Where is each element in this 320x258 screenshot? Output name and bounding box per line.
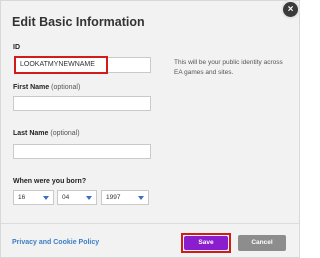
id-label: ID <box>13 44 20 51</box>
privacy-cookie-link[interactable]: Privacy and Cookie Policy <box>12 239 99 246</box>
id-label-text: ID <box>13 44 20 51</box>
birth-year-value: 1997 <box>106 194 121 201</box>
id-input-extension[interactable] <box>107 57 151 73</box>
cancel-button[interactable]: Cancel <box>238 235 286 251</box>
birth-month-select[interactable]: 04 <box>57 190 97 205</box>
chevron-down-icon <box>138 196 144 200</box>
edit-basic-info-dialog: × Edit Basic Information ID LOOKATMYNEWN… <box>0 0 300 258</box>
footer-divider <box>1 223 299 224</box>
birth-label: When were you born? <box>13 178 86 185</box>
birth-label-text: When were you born? <box>13 178 87 185</box>
last-name-optional: (optional) <box>50 130 80 137</box>
id-help-text: This will be your public identity across… <box>174 59 283 76</box>
last-name-label-text: Last Name <box>13 130 49 137</box>
save-button[interactable]: Save <box>184 236 228 250</box>
last-name-label: Last Name (optional) <box>13 130 80 137</box>
birth-year-select[interactable]: 1997 <box>101 190 149 205</box>
first-name-label: First Name (optional) <box>13 84 80 91</box>
birth-month-value: 04 <box>62 194 70 201</box>
last-name-input[interactable] <box>13 144 151 159</box>
chevron-down-icon <box>86 196 92 200</box>
first-name-label-text: First Name <box>13 84 50 91</box>
first-name-optional: (optional) <box>51 84 81 91</box>
birth-day-value: 16 <box>18 194 26 201</box>
first-name-input[interactable] <box>13 96 151 111</box>
close-icon[interactable]: × <box>283 2 298 17</box>
id-highlight-box <box>14 56 108 74</box>
chevron-down-icon <box>43 196 49 200</box>
birth-day-select[interactable]: 16 <box>13 190 54 205</box>
dialog-title: Edit Basic Information <box>12 15 145 29</box>
